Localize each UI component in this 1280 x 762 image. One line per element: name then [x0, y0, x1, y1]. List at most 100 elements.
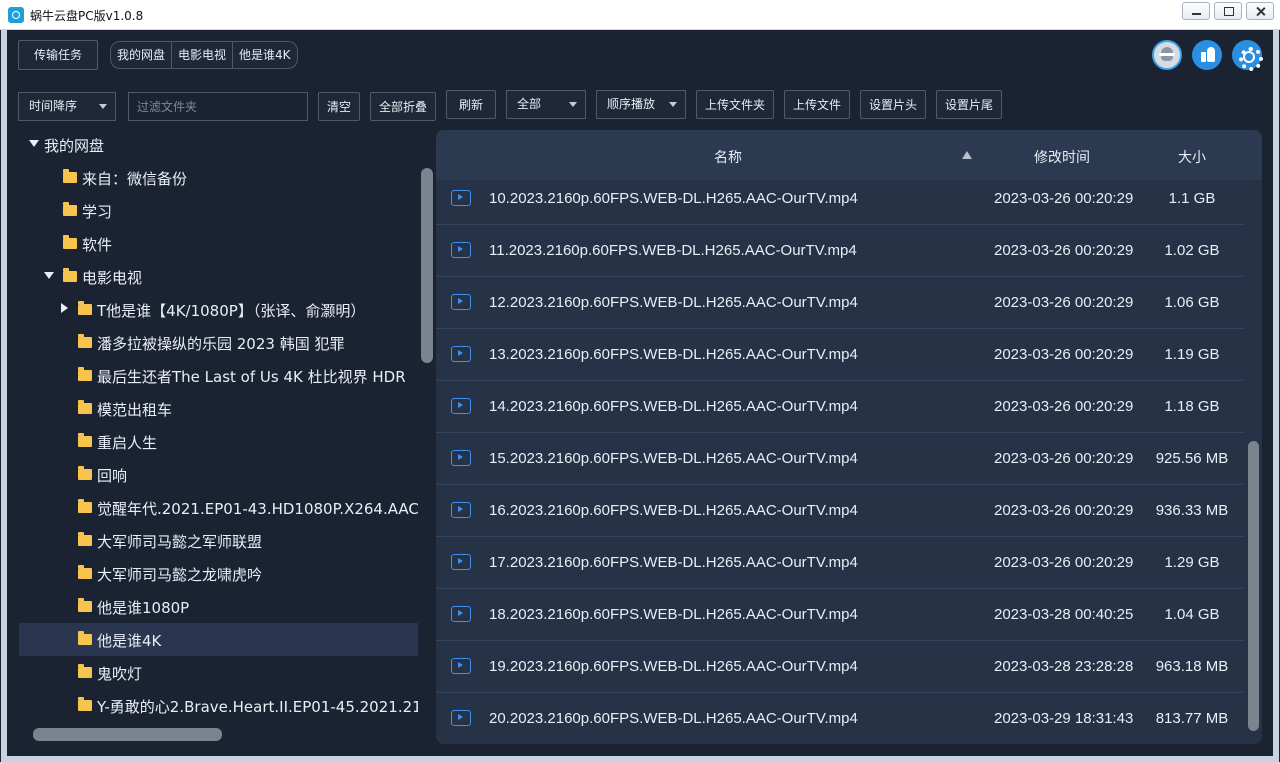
video-file-icon — [451, 502, 471, 518]
tree-item[interactable]: 回响 — [19, 458, 418, 491]
file-type-select[interactable]: 全部 — [506, 90, 586, 119]
tree-item-selected[interactable]: 他是谁4K — [19, 623, 418, 656]
file-type-value: 全部 — [517, 97, 542, 111]
file-size: 1.1 GB — [1168, 190, 1216, 207]
folder-icon — [78, 367, 92, 381]
tree-item[interactable]: 来自：微信备份 — [19, 161, 418, 194]
tree-item[interactable]: 模范出租车 — [19, 392, 418, 425]
collapse-arrow-icon[interactable] — [61, 303, 68, 313]
tree-item[interactable]: 他是谁1080P — [19, 590, 418, 623]
table-row[interactable]: 16.2023.2160p.60FPS.WEB-DL.H265.AAC-OurT… — [436, 485, 1244, 537]
tree-item[interactable]: 鬼吹灯 — [19, 656, 418, 689]
upload-file-button[interactable]: 上传文件 — [784, 90, 850, 119]
tree-item-my-drive[interactable]: 我的网盘 — [19, 128, 418, 161]
tree-item[interactable]: T他是谁【4K/1080P】（张译、俞灏明） — [19, 293, 418, 326]
table-row[interactable]: 20.2023.2160p.60FPS.WEB-DL.H265.AAC-OurT… — [436, 693, 1244, 744]
set-intro-button[interactable]: 设置片头 — [860, 90, 926, 119]
file-size: 925.56 MB — [1155, 450, 1229, 467]
file-size: 1.29 GB — [1164, 554, 1220, 571]
column-header-modified[interactable]: 修改时间 — [1034, 147, 1090, 167]
app-logo-icon — [8, 7, 24, 23]
play-mode-select[interactable]: 顺序播放 — [596, 90, 686, 119]
folder-icon — [78, 334, 92, 348]
file-size: 963.18 MB — [1155, 658, 1229, 675]
expand-arrow-icon[interactable] — [44, 272, 54, 279]
file-modified: 2023-03-28 00:40:25 — [994, 606, 1134, 623]
video-file-icon — [451, 242, 471, 258]
tree-item[interactable]: Y-勇敢的心2.Brave.Heart.II.EP01-45.2021.2160… — [19, 689, 418, 718]
table-row[interactable]: 13.2023.2160p.60FPS.WEB-DL.H265.AAC-OurT… — [436, 329, 1244, 381]
table-row[interactable]: 15.2023.2160p.60FPS.WEB-DL.H265.AAC-OurT… — [436, 433, 1244, 485]
folder-icon — [78, 301, 92, 315]
close-button[interactable] — [1246, 2, 1274, 20]
file-name: 13.2023.2160p.60FPS.WEB-DL.H265.AAC-OurT… — [489, 346, 858, 363]
tree-item[interactable]: 大军师司马懿之龙啸虎吟 — [19, 557, 418, 590]
breadcrumb-item-movies[interactable]: 电影电视 — [172, 41, 234, 69]
column-header-size[interactable]: 大小 — [1178, 147, 1206, 167]
tree-item[interactable]: 重启人生 — [19, 425, 418, 458]
tree-item-movies-tv[interactable]: 电影电视 — [19, 260, 418, 293]
file-modified: 2023-03-28 23:28:28 — [994, 658, 1134, 675]
file-name: 17.2023.2160p.60FPS.WEB-DL.H265.AAC-OurT… — [489, 554, 858, 571]
table-vertical-scrollbar[interactable] — [1248, 441, 1259, 731]
sort-order-value: 时间降序 — [29, 99, 78, 113]
file-modified: 2023-03-26 00:20:29 — [994, 398, 1134, 415]
table-header: 名称 修改时间 大小 — [436, 130, 1262, 180]
table-row[interactable]: 10.2023.2160p.60FPS.WEB-DL.H265.AAC-OurT… — [436, 180, 1244, 225]
video-file-icon — [451, 710, 471, 726]
set-outro-button[interactable]: 设置片尾 — [936, 90, 1002, 119]
maximize-button[interactable] — [1214, 2, 1242, 20]
table-row[interactable]: 18.2023.2160p.60FPS.WEB-DL.H265.AAC-OurT… — [436, 589, 1244, 641]
avatar[interactable] — [1152, 40, 1182, 70]
file-name: 20.2023.2160p.60FPS.WEB-DL.H265.AAC-OurT… — [489, 710, 858, 727]
tree-item[interactable]: 软件 — [19, 227, 418, 260]
expand-arrow-icon[interactable] — [29, 140, 39, 147]
gear-icon[interactable] — [1232, 40, 1263, 71]
tree-item[interactable]: 觉醒年代.2021.EP01-43.HD1080P.X264.AAC.Manda… — [19, 491, 418, 524]
column-header-name[interactable]: 名称 — [714, 147, 742, 167]
sort-ascending-icon[interactable] — [962, 151, 972, 159]
folder-icon — [63, 202, 77, 216]
folder-filter-input[interactable] — [128, 92, 308, 121]
refresh-button[interactable]: 刷新 — [446, 90, 496, 119]
file-modified: 2023-03-26 00:20:29 — [994, 242, 1134, 259]
file-name: 16.2023.2160p.60FPS.WEB-DL.H265.AAC-OurT… — [489, 502, 858, 519]
video-file-icon — [451, 554, 471, 570]
tree-horizontal-scrollbar[interactable] — [33, 728, 222, 741]
folder-icon — [78, 466, 92, 480]
tree-item[interactable]: 最后生还者The Last of Us 4K 杜比视界 HDR — [19, 359, 418, 392]
tree-item[interactable]: 学习 — [19, 194, 418, 227]
breadcrumb-item-current[interactable]: 他是谁4K — [233, 41, 298, 69]
table-row[interactable]: 12.2023.2160p.60FPS.WEB-DL.H265.AAC-OurT… — [436, 277, 1244, 329]
folder-icon — [78, 400, 92, 414]
file-name: 18.2023.2160p.60FPS.WEB-DL.H265.AAC-OurT… — [489, 606, 858, 623]
table-row[interactable]: 11.2023.2160p.60FPS.WEB-DL.H265.AAC-OurT… — [436, 225, 1244, 277]
tree-vertical-scrollbar[interactable] — [421, 168, 433, 363]
transfer-tasks-button[interactable]: 传输任务 — [18, 40, 98, 70]
tree-item[interactable]: 大军师司马懿之军师联盟 — [19, 524, 418, 557]
sort-order-select[interactable]: 时间降序 — [18, 92, 116, 121]
folder-tree[interactable]: 我的网盘 来自：微信备份 学习 软件 电影电视 T他是谁【4K/1080P】（张… — [19, 128, 419, 718]
breadcrumb-item-root[interactable]: 我的网盘 — [110, 41, 173, 69]
file-size: 1.19 GB — [1164, 346, 1220, 363]
table-row[interactable]: 19.2023.2160p.60FPS.WEB-DL.H265.AAC-OurT… — [436, 641, 1244, 693]
file-size: 1.06 GB — [1164, 294, 1220, 311]
window-controls — [1182, 2, 1274, 20]
file-modified: 2023-03-26 00:20:29 — [994, 294, 1134, 311]
thumbs-up-icon[interactable] — [1192, 40, 1222, 70]
table-row[interactable]: 14.2023.2160p.60FPS.WEB-DL.H265.AAC-OurT… — [436, 381, 1244, 433]
minimize-button[interactable] — [1182, 2, 1210, 20]
folder-icon — [78, 697, 92, 711]
video-file-icon — [451, 346, 471, 362]
folder-icon — [78, 664, 92, 678]
file-list: 10.2023.2160p.60FPS.WEB-DL.H265.AAC-OurT… — [436, 180, 1244, 744]
tree-item[interactable]: 潘多拉被操纵的乐园 2023 韩国 犯罪 — [19, 326, 418, 359]
folder-icon — [78, 532, 92, 546]
table-row[interactable]: 17.2023.2160p.60FPS.WEB-DL.H265.AAC-OurT… — [436, 537, 1244, 589]
file-name: 15.2023.2160p.60FPS.WEB-DL.H265.AAC-OurT… — [489, 450, 858, 467]
upload-folder-button[interactable]: 上传文件夹 — [696, 90, 774, 119]
folder-icon — [78, 499, 92, 513]
clear-filter-button[interactable]: 清空 — [318, 92, 360, 121]
file-modified: 2023-03-26 00:20:29 — [994, 450, 1134, 467]
collapse-all-button[interactable]: 全部折叠 — [370, 92, 436, 121]
